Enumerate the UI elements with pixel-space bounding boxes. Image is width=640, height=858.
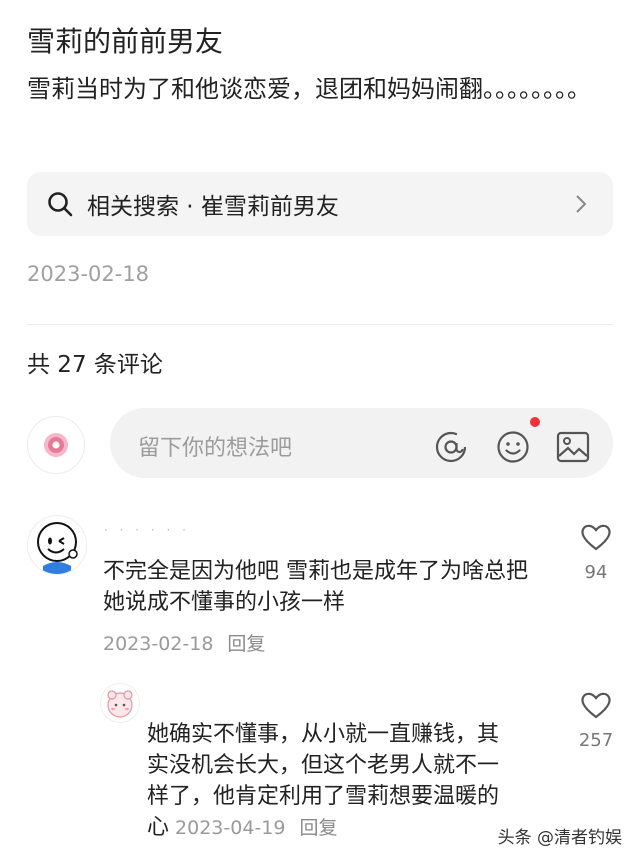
comment-meta: 2023-04-19 回复 (175, 817, 337, 839)
divider (27, 324, 613, 325)
notification-dot (530, 417, 540, 427)
emoji-icon[interactable] (496, 430, 530, 464)
avatar[interactable] (27, 416, 85, 474)
comment-text: 不完全是因为他吧 雪莉也是成年了为啥总把她说成不懂事的小孩一样 (103, 559, 528, 615)
avatar[interactable] (100, 683, 140, 723)
like-count: 257 (578, 730, 614, 751)
at-mention-icon[interactable] (434, 430, 468, 464)
chevron-right-icon (576, 195, 587, 213)
image-icon[interactable] (556, 430, 590, 464)
post-body: 雪莉当时为了和他谈恋爱，退团和妈妈闹翻。。。。。。。。 (27, 75, 591, 103)
like-count: 94 (584, 562, 608, 583)
related-search-label: 相关搜索 · 崔雪莉前男友 (87, 194, 339, 220)
comment-date: 2023-04-19 (175, 817, 286, 839)
comment-line: 她确实不懂事，从小就一直赚钱，其 (147, 722, 500, 747)
related-search-bar[interactable]: 相关搜索 · 崔雪莉前男友 (27, 172, 613, 236)
reply-button[interactable]: 回复 (227, 633, 265, 655)
avatar[interactable] (27, 515, 87, 575)
cartoon-face-icon (37, 522, 78, 574)
search-icon (48, 192, 73, 217)
cute-animal-icon (107, 690, 133, 718)
comment-count: 共 27 条评论 (27, 352, 163, 378)
comment-date: 2023-02-18 (103, 633, 214, 655)
watermark: 头条 @清者钓娱 (497, 828, 622, 848)
comment-line-end: 心 (147, 815, 170, 840)
comment-input-placeholder: 留下你的想法吧 (138, 436, 293, 461)
heart-icon[interactable] (580, 690, 612, 720)
heart-icon[interactable] (580, 522, 612, 552)
comment-input[interactable]: 留下你的想法吧 (110, 408, 613, 478)
reply-button[interactable]: 回复 (299, 817, 337, 839)
comment-line: 实没机会长大，但这个老男人就不一 (147, 753, 500, 778)
comment-username[interactable]: · · · · · · (104, 523, 190, 537)
post-title: 雪莉的前前男友 (27, 25, 224, 58)
comment-line: 样了，他肯定利用了雪莉想要温暖的 (147, 784, 500, 809)
comment-meta: 2023-02-18 回复 (103, 629, 265, 656)
post-date: 2023-02-18 (27, 262, 150, 286)
donut-icon (44, 433, 68, 457)
